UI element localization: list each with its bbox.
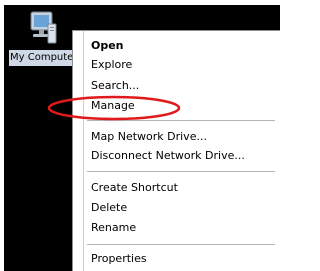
my-computer-label: My Computer — [9, 50, 79, 66]
context-menu: Open Explore Search... Manage Map Networ… — [72, 30, 280, 271]
menu-item-disconnect-network-drive[interactable]: Disconnect Network Drive... — [91, 147, 245, 165]
menu-item-explore[interactable]: Explore — [91, 56, 132, 74]
menu-item-map-network-drive[interactable]: Map Network Drive... — [91, 128, 207, 146]
menu-item-search[interactable]: Search... — [91, 77, 139, 95]
menu-item-create-shortcut[interactable]: Create Shortcut — [91, 179, 178, 197]
my-computer-desktop-icon[interactable]: My Computer — [7, 8, 79, 70]
desktop: My Computer Open Explore Search... Manag… — [0, 0, 280, 271]
menu-item-delete[interactable]: Delete — [91, 199, 127, 217]
menu-separator — [87, 120, 275, 121]
menu-separator — [87, 171, 275, 172]
menu-item-properties[interactable]: Properties — [91, 250, 147, 268]
menu-item-rename[interactable]: Rename — [91, 219, 136, 237]
menu-gutter — [83, 31, 84, 271]
menu-item-manage[interactable]: Manage — [91, 97, 135, 115]
menu-item-open[interactable]: Open — [91, 37, 124, 55]
menu-separator — [87, 244, 275, 245]
computer-icon — [30, 11, 57, 44]
